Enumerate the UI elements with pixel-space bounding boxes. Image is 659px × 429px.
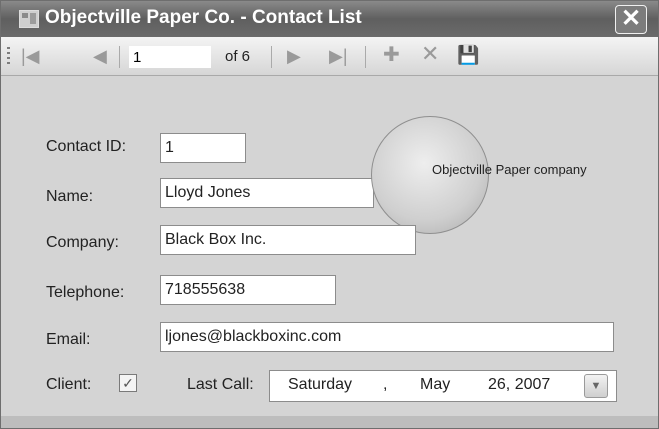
- contact-id-field[interactable]: [160, 133, 246, 163]
- title-bar[interactable]: Objectville Paper Co. - Contact List ✕: [1, 1, 658, 37]
- delete-icon[interactable]: ✕: [421, 43, 439, 65]
- email-label: Email:: [46, 331, 91, 348]
- email-field[interactable]: [160, 322, 614, 352]
- last-call-date-picker[interactable]: Saturday , May 26, 2007 ▼: [269, 370, 617, 402]
- contact-list-window: Objectville Paper Co. - Contact List ✕ |…: [0, 0, 659, 429]
- name-label: Name:: [46, 188, 94, 205]
- chevron-down-icon[interactable]: ▼: [584, 374, 608, 398]
- contact-id-label: Contact ID:: [46, 138, 127, 155]
- window-bottom-border: [1, 416, 658, 428]
- client-label: Client:: [46, 376, 92, 393]
- save-icon[interactable]: 💾: [457, 45, 479, 65]
- count-label: of 6: [225, 48, 251, 65]
- company-label: Company:: [46, 234, 119, 251]
- binding-navigator: |◀ ◀ of 6 ▶ ▶| ✚ ✕ 💾: [1, 37, 658, 76]
- name-field[interactable]: [160, 178, 374, 208]
- toolbar-separator: [365, 46, 366, 68]
- contact-form: Contact ID: Name: Objectville Paper comp…: [1, 76, 658, 416]
- company-field[interactable]: [160, 225, 416, 255]
- last-call-label: Last Call:: [187, 376, 254, 393]
- date-separator: ,: [383, 376, 388, 393]
- app-icon: [19, 10, 39, 28]
- date-day-of-week[interactable]: Saturday: [288, 376, 352, 394]
- telephone-label: Telephone:: [46, 284, 125, 301]
- toolbar-separator: [119, 46, 120, 68]
- close-button[interactable]: ✕: [615, 5, 647, 34]
- add-new-icon[interactable]: ✚: [383, 45, 400, 65]
- date-month[interactable]: May: [420, 376, 450, 394]
- client-checkbox[interactable]: ✓: [119, 374, 137, 392]
- move-previous-icon[interactable]: ◀: [93, 46, 107, 66]
- toolbar-grip-icon[interactable]: [7, 47, 10, 67]
- position-input[interactable]: [129, 46, 211, 68]
- logo-text: Objectville Paper company: [432, 162, 587, 177]
- date-day-year[interactable]: 26, 2007: [488, 376, 550, 394]
- window-title: Objectville Paper Co. - Contact List: [45, 7, 362, 28]
- toolbar-separator: [271, 46, 272, 68]
- move-last-icon[interactable]: ▶|: [329, 46, 348, 66]
- move-next-icon[interactable]: ▶: [287, 46, 301, 66]
- telephone-field[interactable]: [160, 275, 336, 305]
- move-first-icon[interactable]: |◀: [21, 46, 40, 66]
